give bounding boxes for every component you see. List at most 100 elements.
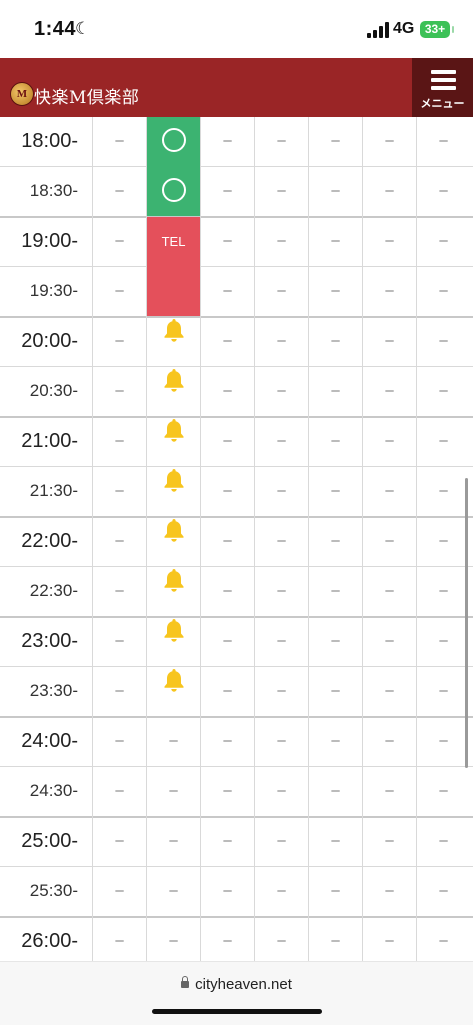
schedule-cell: – [146,916,200,961]
time-slot-label: 23:00- [21,630,78,652]
schedule-cell: – [362,516,416,566]
schedule-cell: – [254,266,308,316]
schedule-cell: – [416,566,470,616]
schedule-cell: – [200,266,254,316]
schedule-row: 25:30- – – – – – – – [0,866,473,918]
bell-icon [162,664,186,714]
schedule-row: 18:00- – – – – – – [0,117,473,167]
address-bar[interactable]: cityheaven.net [0,976,473,993]
schedule-cell: – [416,117,470,166]
schedule-cell: – [254,566,308,616]
site-header: M 快楽M倶楽部 メニュー [0,58,473,117]
lock-icon [181,976,190,988]
schedule-cell: – [146,766,200,816]
schedule-cell: – [362,616,416,666]
schedule-cell: – [308,616,362,666]
schedule-cell: – [416,266,470,316]
schedule-cell: – [254,616,308,666]
schedule-cell: – [254,866,308,916]
schedule-cell: – [92,916,146,961]
time-slot-label: 21:30- [29,481,78,500]
schedule-cell: – [362,916,416,961]
schedule-cell[interactable] [146,466,200,516]
bell-icon [162,364,186,414]
schedule-cell[interactable] [146,117,200,166]
status-time: 1:44 [34,18,77,40]
schedule-cell: – [200,916,254,961]
schedule-cell[interactable] [146,416,200,466]
home-indicator[interactable] [152,1009,322,1014]
schedule-cell: – [200,816,254,866]
schedule-cell: – [254,366,308,416]
schedule-row: 22:30- – – – – – – [0,566,473,618]
schedule-cell: – [362,216,416,266]
schedule-cell: – [362,466,416,516]
schedule-cell: – [362,416,416,466]
time-slot-label: 18:30- [29,181,78,200]
schedule-cell: – [92,216,146,266]
schedule-cell: – [200,716,254,766]
schedule-row: 23:00- – – – – – – [0,616,473,667]
tel-label: TEL [161,234,186,249]
schedule-cell: – [416,216,470,266]
schedule-cell: – [254,716,308,766]
schedule-row: 21:30- – – – – – – [0,466,473,518]
schedule-cell: – [254,816,308,866]
schedule-cell[interactable] [146,166,200,216]
schedule-cell: – [308,816,362,866]
schedule-cell[interactable] [146,566,200,616]
schedule-cell: – [200,316,254,366]
time-slot-label: 20:30- [29,381,78,400]
schedule-cell: – [92,316,146,366]
bell-icon [162,564,186,614]
status-bar: 1:44 ☾ 4G 33+ [0,0,473,58]
schedule-cell: – [362,766,416,816]
time-slot-label: 24:00- [21,730,78,752]
schedule-cell: – [308,166,362,216]
site-logo[interactable]: 快楽M倶楽部 [34,83,139,108]
hamburger-icon [431,70,456,90]
schedule-cell: – [200,616,254,666]
schedule-cell: – [416,766,470,816]
schedule-cell: – [416,866,470,916]
schedule-cell: – [200,366,254,416]
schedule-cell: – [416,816,470,866]
schedule-cell: – [200,516,254,566]
schedule-cell: – [362,816,416,866]
schedule-cell: – [362,266,416,316]
scrollbar[interactable] [465,478,468,768]
schedule-cell: – [254,117,308,166]
schedule-cell: – [254,466,308,516]
schedule-cell: – [92,466,146,516]
schedule-cell: – [92,816,146,866]
menu-button[interactable]: メニュー [412,58,473,117]
schedule-cell[interactable] [146,316,200,366]
schedule-cell: – [308,566,362,616]
schedule-cell: – [200,566,254,616]
time-slot-label: 25:30- [29,881,78,900]
schedule-cell[interactable] [146,616,200,666]
schedule-row: 19:30- – – – – – – [0,266,473,318]
schedule-cell: – [92,716,146,766]
schedule-row: 20:30- – – – – – – [0,366,473,418]
browser-bar: cityheaven.net [0,961,473,1025]
schedule-row: 22:00- – – – – – – [0,516,473,567]
time-slot-label: 22:30- [29,581,78,600]
schedule-cell[interactable] [146,516,200,566]
time-slot-label: 21:00- [21,430,78,452]
schedule-cell: – [200,666,254,716]
schedule-cell: – [92,366,146,416]
schedule-cell: – [254,666,308,716]
schedule-cell: – [308,766,362,816]
schedule-cell: – [254,516,308,566]
schedule-cell[interactable] [146,366,200,416]
time-slot-label: 26:00- [21,930,78,952]
schedule-cell: – [92,866,146,916]
tel-reservation-block[interactable]: TEL [146,217,200,316]
schedule-cell: – [254,416,308,466]
schedule-cell: – [308,266,362,316]
time-slot-label: 24:30- [29,781,78,800]
logo-emblem[interactable]: M [10,82,34,106]
time-slot-label: 18:00- [21,130,78,152]
schedule-cell[interactable] [146,666,200,716]
